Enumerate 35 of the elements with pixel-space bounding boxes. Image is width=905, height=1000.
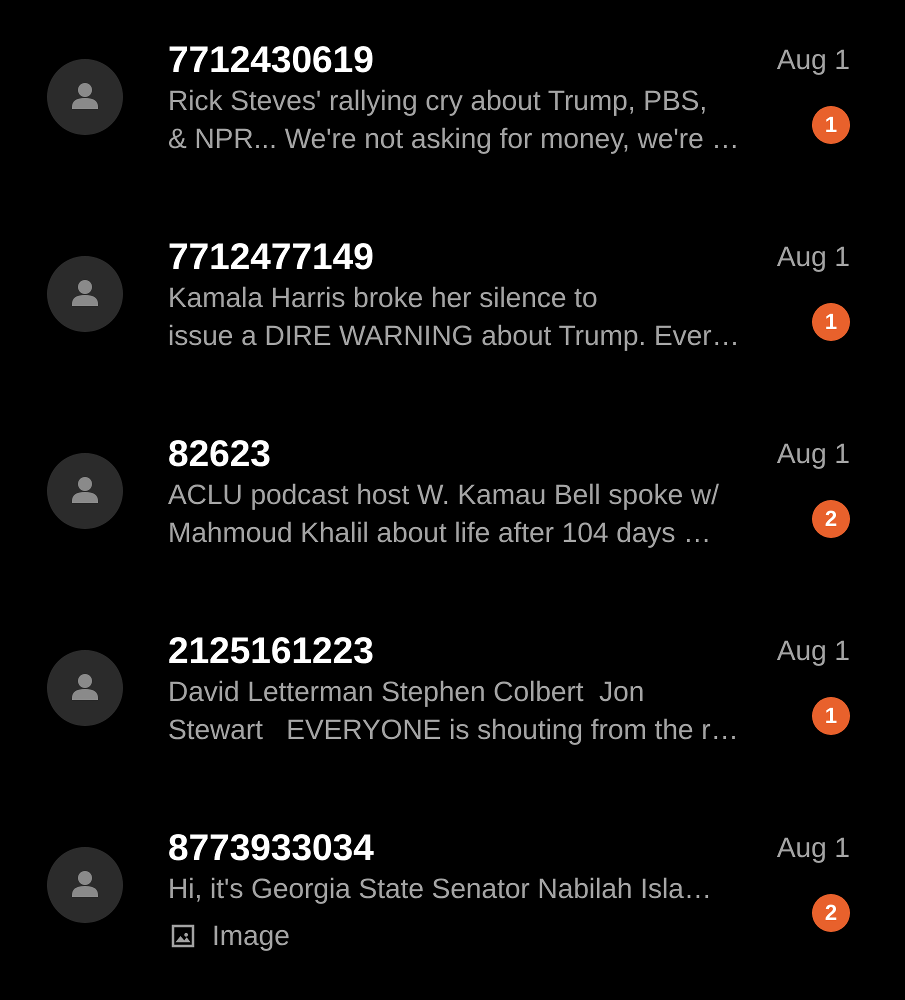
conversation-item[interactable]: 8773933034 Hi, it's Georgia State Senator Nabilah Isla… Image Aug 1 2 xyxy=(0,788,905,985)
message-date: Aug 1 xyxy=(776,240,850,274)
unread-badge: 1 xyxy=(812,303,850,341)
conversation-item[interactable]: 7712477149 Kamala Harris broke her silence to issue a DIRE WARNING about Trump. Ever… Aug 1 1 xyxy=(0,197,905,394)
message-preview: Mahmoud Khalil about life after 104 days … xyxy=(168,516,712,550)
message-preview: Hi, it's Georgia State Senator Nabilah Isla… xyxy=(168,872,713,906)
message-preview: issue a DIRE WARNING about Trump. Ever… xyxy=(168,319,741,353)
conversation-item[interactable]: 2125161223 David Letterman Stephen Colbert Jon Stewart EVERYONE is shouting from the r… Aug 1 1 xyxy=(0,591,905,788)
message-preview: & NPR... We're not asking for money, we're … xyxy=(168,122,740,156)
sender-name: 82623 xyxy=(168,432,272,476)
avatar-icon xyxy=(47,847,123,923)
avatar-icon xyxy=(47,59,123,135)
message-date: Aug 1 xyxy=(776,634,850,668)
message-date: Aug 1 xyxy=(776,831,850,865)
unread-badge: 1 xyxy=(812,106,850,144)
unread-badge: 2 xyxy=(812,500,850,538)
attachment-label: Image xyxy=(212,920,290,952)
message-preview: Stewart EVERYONE is shouting from the r… xyxy=(168,713,740,747)
conversation-item[interactable]: 82623 ACLU podcast host W. Kamau Bell spoke w/ Mahmoud Khalil about life after 104 days … Aug 1 2 xyxy=(0,394,905,591)
message-preview: ACLU podcast host W. Kamau Bell spoke w/ xyxy=(168,478,720,512)
sender-name: 2125161223 xyxy=(168,629,375,673)
message-preview: David Letterman Stephen Colbert Jon xyxy=(168,675,646,709)
sender-name: 7712477149 xyxy=(168,235,375,279)
avatar-icon xyxy=(47,256,123,332)
message-date: Aug 1 xyxy=(776,43,850,77)
unread-badge: 1 xyxy=(812,697,850,735)
message-preview: Rick Steves' rallying cry about Trump, PBS, xyxy=(168,84,708,118)
avatar-icon xyxy=(47,453,123,529)
avatar-icon xyxy=(47,650,123,726)
conversation-item[interactable]: 7712430619 Rick Steves' rallying cry about Trump, PBS, & NPR... We're not asking for money, we're … Aug 1 1 xyxy=(0,0,905,197)
message-date: Aug 1 xyxy=(776,437,850,471)
sender-name: 8773933034 xyxy=(168,826,375,870)
sender-name: 7712430619 xyxy=(168,38,375,82)
unread-badge: 2 xyxy=(812,894,850,932)
message-preview: Kamala Harris broke her silence to xyxy=(168,281,599,315)
